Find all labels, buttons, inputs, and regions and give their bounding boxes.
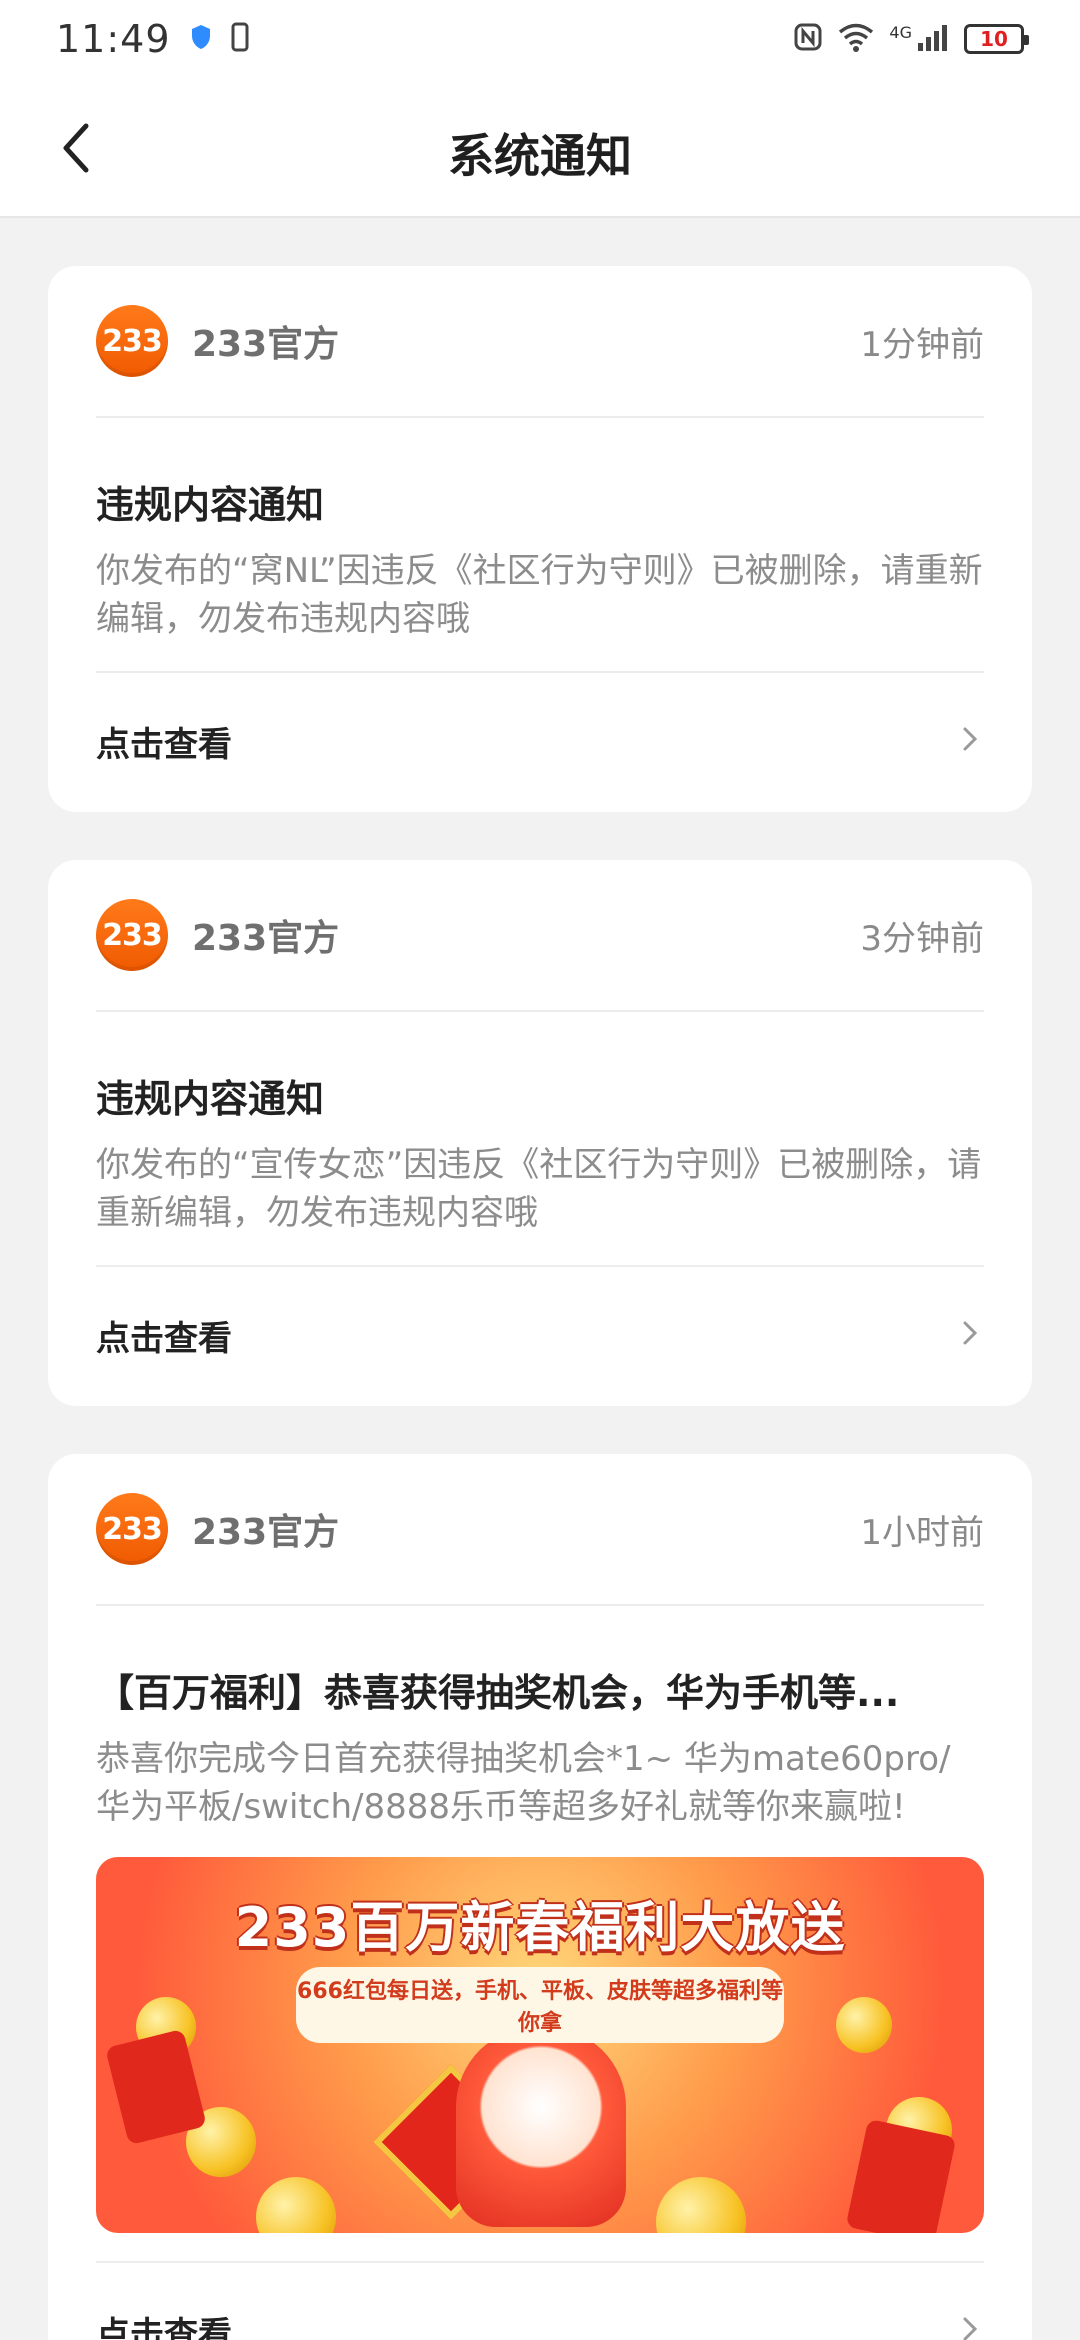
notification-card[interactable]: 233 233官方 1小时前 【百万福利】恭喜获得抽奖机会，华为手机等... 恭… [48,1454,1032,2340]
coin-icon [836,1997,892,2053]
sender-name: 233官方 [192,918,340,959]
view-details-label[interactable]: 点击查看 [96,717,232,766]
notification-title: 违规内容通知 [96,1077,325,1121]
banner-title: 233百万新春福利大放送 [234,1896,846,1959]
view-details-row[interactable]: 点击查看 [96,2261,984,2340]
notification-body: 你发布的“窝NL”因违反《社区行为守则》已被删除，请重新编辑，勿发布违规内容哦 [96,551,983,639]
notification-title: 【百万福利】恭喜获得抽奖机会，华为手机等... [96,1671,900,1715]
banner-subtitle: 666红包每日送，手机、平板、皮肤等超多福利等你拿 [296,1967,784,2043]
top-nav: 系统通知 [0,78,1080,218]
view-details-row[interactable]: 点击查看 [96,1265,984,1403]
status-bar: 11:49 4G 10 [0,0,1080,78]
battery-level: 10 [980,27,1008,51]
card-header: 233 233官方 1小时前 [96,1454,984,1606]
view-details-label[interactable]: 点击查看 [96,2307,232,2340]
sender-name: 233官方 [192,324,340,365]
nfc-icon [793,22,823,56]
battery-icon: 10 [964,24,1029,54]
brand-logo: 233 [96,899,168,971]
chevron-right-icon [956,725,984,757]
chevron-right-icon [956,1319,984,1351]
coin-icon [656,2177,746,2233]
chevron-right-icon [956,2315,984,2340]
status-time: 11:49 [56,17,171,61]
promo-banner[interactable]: 233百万新春福利大放送 666红包每日送，手机、平板、皮肤等超多福利等你拿 [96,1857,984,2233]
notification-body: 恭喜你完成今日首充获得抽奖机会*1~ 华为mate60pro/华为平板/swit… [96,1739,951,1827]
red-envelope-icon [105,2028,207,2146]
view-details-label[interactable]: 点击查看 [96,1311,232,1360]
view-details-row[interactable]: 点击查看 [96,671,984,809]
notification-card[interactable]: 233 233官方 1分钟前 违规内容通知 你发布的“窝NL”因违反《社区行为守… [48,266,1032,812]
phone-icon [231,22,249,56]
time-ago: 3分钟前 [860,918,984,959]
notification-card[interactable]: 233 233官方 3分钟前 违规内容通知 你发布的“宣传女恋”因违反《社区行为… [48,860,1032,1406]
signal-icon [916,23,950,55]
notification-title: 违规内容通知 [96,483,325,527]
time-ago: 1小时前 [860,1512,984,1553]
coin-icon [256,2177,336,2233]
card-header: 233 233官方 3分钟前 [96,860,984,1012]
time-ago: 1分钟前 [860,324,984,365]
brand-logo: 233 [96,305,168,377]
red-envelope-icon [845,2118,957,2233]
page-title: 系统通知 [448,129,632,183]
brand-logo: 233 [96,1493,168,1565]
mascot-character [456,2027,626,2227]
shield-icon [189,23,213,55]
network-label: 4G [889,22,912,42]
card-header: 233 233官方 1分钟前 [96,266,984,418]
notification-body: 你发布的“宣传女恋”因违反《社区行为守则》已被删除，请重新编辑，勿发布违规内容哦 [96,1145,982,1233]
sender-name: 233官方 [192,1512,340,1553]
wifi-icon [837,22,875,56]
